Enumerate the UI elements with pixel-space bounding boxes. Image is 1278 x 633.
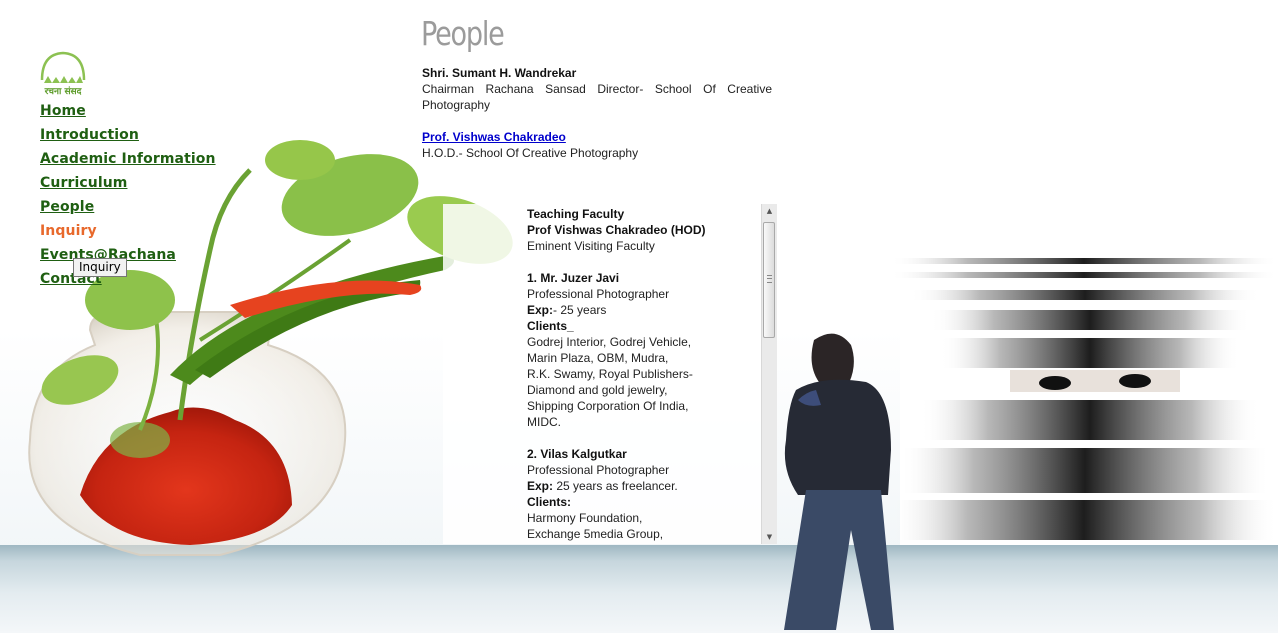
faculty-heading: Teaching Faculty	[527, 207, 625, 221]
faculty-exp-label: Exp:	[527, 303, 554, 317]
nav-home-link[interactable]: Home	[40, 101, 216, 125]
faculty-member-name: 1. Mr. Juzer Javi	[527, 271, 620, 285]
scroll-down-arrow-icon[interactable]: ▼	[762, 530, 777, 544]
nav-curriculum-link[interactable]: Curriculum	[40, 173, 216, 197]
faculty-clients-label: Clients_	[527, 319, 574, 333]
faculty-visiting-label: Eminent Visiting Faculty	[527, 239, 655, 253]
faculty-exp-label: Exp:	[527, 479, 554, 493]
director-description: Chairman Rachana Sansad Director- School…	[422, 82, 772, 112]
rachana-sansad-logo: रचना संसद	[40, 51, 86, 97]
faculty-client-line: Diamond and gold jewelry,	[527, 383, 668, 397]
hod-profile-link[interactable]: Prof. Vishwas Chakradeo	[422, 130, 566, 144]
faculty-scroll-panel[interactable]: Teaching Faculty Prof Vishwas Chakradeo …	[443, 204, 777, 544]
faculty-client-line: Marin Plaza, OBM, Mudra,	[527, 351, 669, 365]
faculty-member-role: Professional Photographer	[527, 463, 670, 477]
faculty-list: Teaching Faculty Prof Vishwas Chakradeo …	[527, 206, 757, 544]
nav-introduction-link[interactable]: Introduction	[40, 125, 216, 149]
faculty-client-line: MIDC.	[527, 415, 561, 429]
faculty-client-line: Harmony Foundation,	[527, 511, 643, 525]
faculty-clients-label: Clients:	[527, 495, 572, 509]
people-intro: Shri. Sumant H. Wandrekar Chairman Racha…	[422, 65, 772, 161]
veiled-face-photo	[890, 258, 1278, 540]
vertical-scrollbar[interactable]: ▲ ▼	[761, 204, 777, 544]
svg-text:रचना संसद: रचना संसद	[44, 86, 83, 97]
scrollbar-thumb[interactable]	[763, 222, 775, 338]
faculty-client-line: R.K. Swamy, Royal Publishers-	[527, 367, 693, 381]
nav-contact-link[interactable]: Contact	[40, 269, 216, 293]
inquiry-tooltip: Inquiry	[73, 258, 127, 277]
nav-events-link[interactable]: Events@Rachana	[40, 245, 216, 269]
scroll-up-arrow-icon[interactable]: ▲	[762, 204, 777, 218]
nav-academic-information-link[interactable]: Academic Information	[40, 149, 216, 173]
faculty-member-role: Professional Photographer	[527, 287, 670, 301]
girl-photo	[784, 333, 894, 630]
faculty-client-line: Shipping Corporation Of India,	[527, 399, 689, 413]
faculty-hod: Prof Vishwas Chakradeo (HOD)	[527, 223, 706, 237]
main-navigation: Home Introduction Academic Information C…	[40, 101, 216, 293]
nav-people-link[interactable]: People	[40, 197, 216, 221]
faculty-client-line: Godrej Interior, Godrej Vehicle,	[527, 335, 692, 349]
faculty-exp-value: - 25 years	[553, 303, 607, 317]
page-title: People	[421, 14, 505, 53]
faculty-client-line: Exchange 5media Group,	[527, 527, 664, 541]
hod-description: H.O.D.- School Of Creative Photography	[422, 146, 639, 160]
director-name: Shri. Sumant H. Wandrekar	[422, 66, 577, 80]
faculty-member-name: 2. Vilas Kalgutkar	[527, 447, 627, 461]
faculty-exp-value: 25 years as freelancer.	[553, 479, 678, 493]
nav-inquiry-link[interactable]: Inquiry	[40, 221, 216, 245]
